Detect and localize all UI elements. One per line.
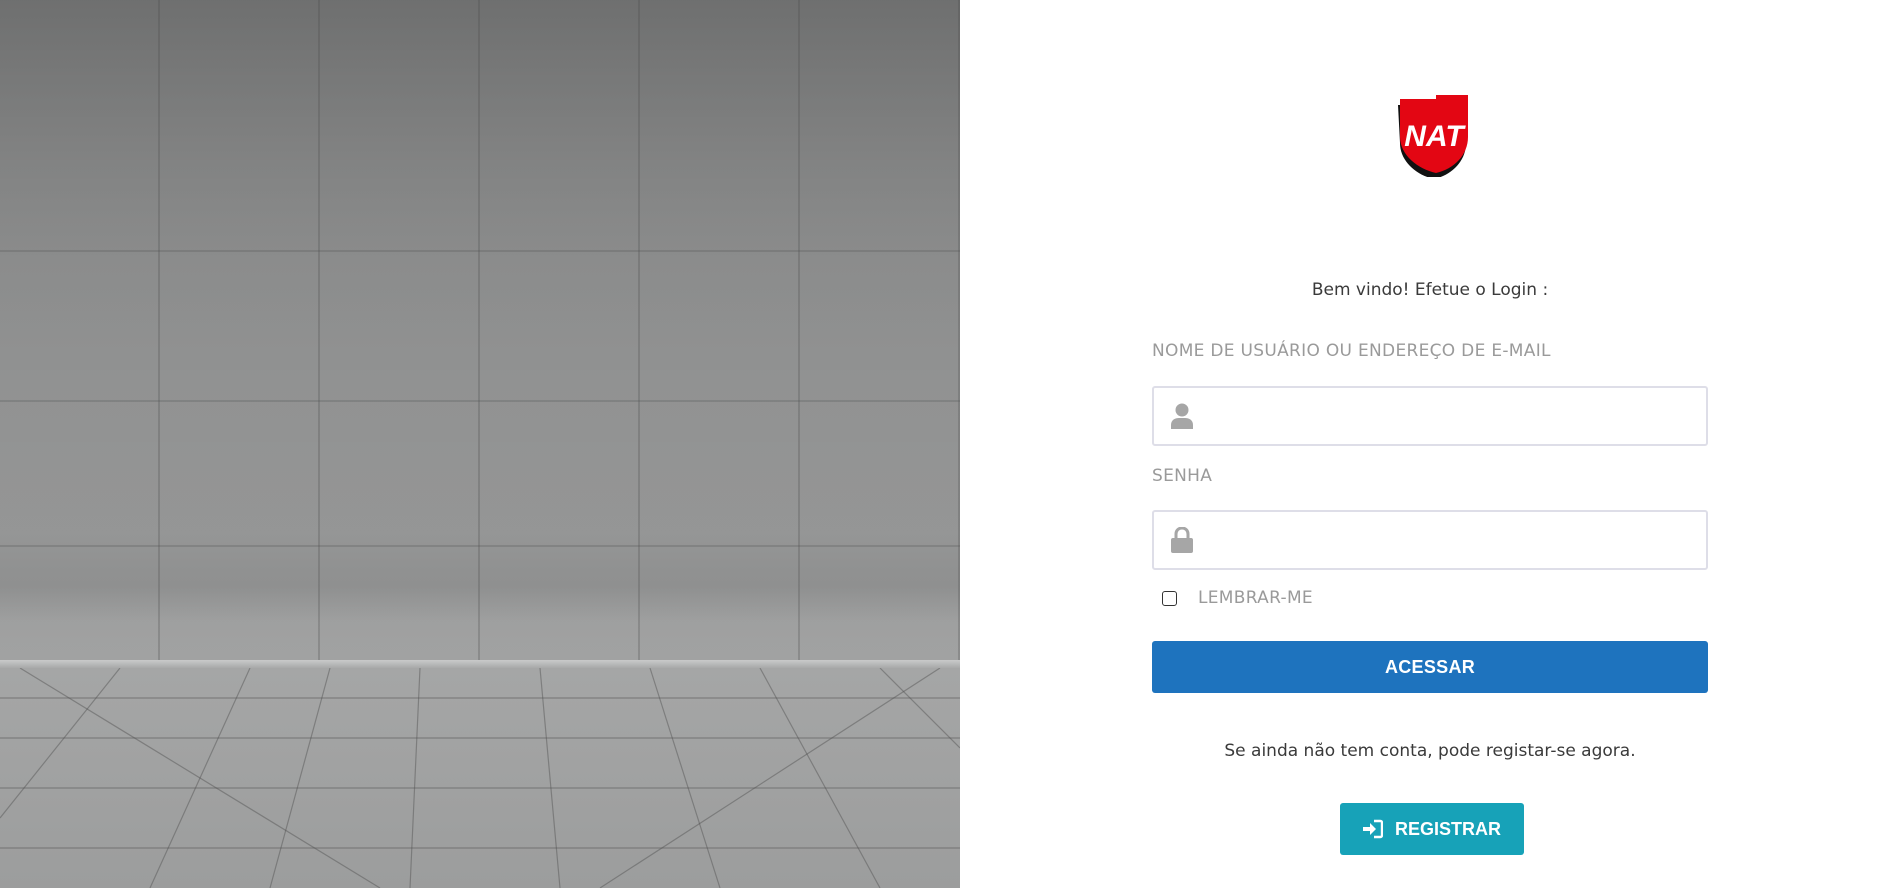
background-image [0,0,960,888]
background-floor [0,668,960,888]
wall-seam [0,400,960,402]
background-wall [0,0,960,662]
user-icon [1170,402,1194,430]
register-button-label: REGISTRAR [1394,818,1501,839]
remember-me[interactable]: LEMBRAR-ME [1162,588,1313,608]
remember-checkbox[interactable] [1162,590,1177,606]
background-baseboard [0,660,960,668]
welcome-text: Bem vindo! Efetue o Login : [1311,280,1549,300]
password-input[interactable] [1194,512,1706,568]
register-prompt: Se ainda não tem conta, pode registar-se… [1224,741,1636,761]
floor-tiles [0,668,960,888]
wall-seam [0,250,960,252]
nat-logo: NAT [1394,95,1474,179]
register-button[interactable]: REGISTRAR [1340,803,1524,855]
access-button[interactable]: ACESSAR [1152,641,1708,693]
username-input[interactable] [1194,388,1706,444]
remember-label: LEMBRAR-ME [1198,588,1313,608]
password-label: SENHA [1152,466,1213,486]
username-field-wrapper [1152,386,1708,446]
sign-in-icon [1362,819,1383,839]
wall-seam [0,545,960,547]
lock-icon [1170,526,1194,554]
username-label: NOME DE USUÁRIO OU ENDEREÇO DE E-MAIL [1152,341,1551,361]
password-field-wrapper [1152,510,1708,570]
svg-text:NAT: NAT [1404,120,1466,153]
login-panel: NAT Bem vindo! Efetue o Login : NOME DE … [1152,0,1708,888]
